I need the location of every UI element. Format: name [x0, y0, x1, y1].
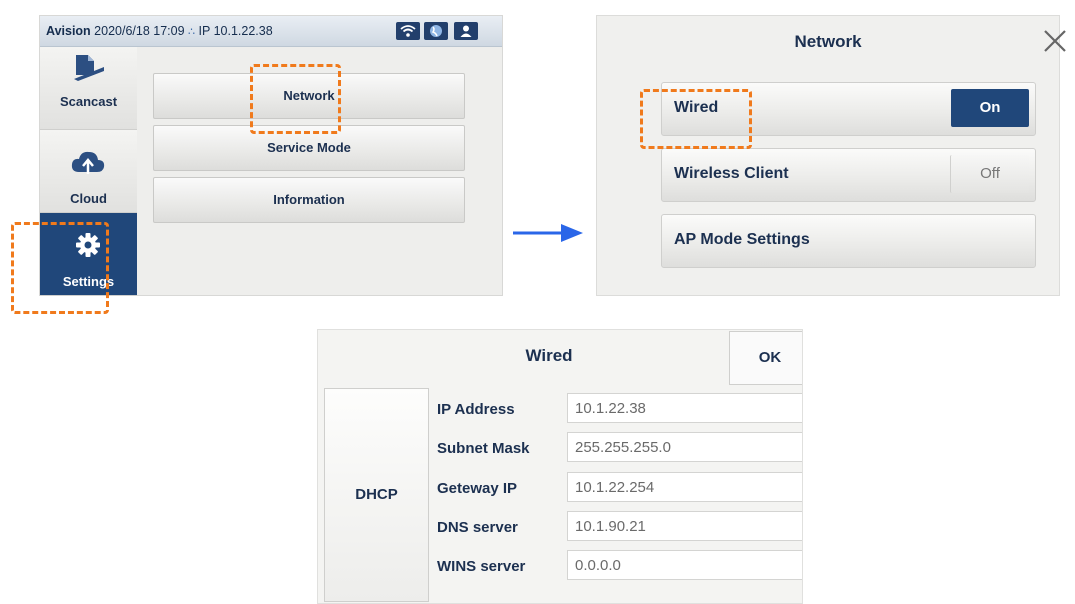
- network-dialog: Network Wired On Wireless Client Off AP …: [596, 15, 1066, 296]
- wifi-icon[interactable]: [396, 22, 420, 40]
- cloud-upload-icon: [71, 151, 105, 174]
- highlight-wired-row: [640, 89, 752, 149]
- dialog-title: Network: [794, 32, 862, 51]
- nav-item-scancast[interactable]: Scancast: [40, 47, 137, 130]
- information-button[interactable]: Information: [153, 177, 465, 223]
- field-row-ip-address: IP Address 10.1.22.38: [437, 392, 802, 426]
- nav-label-cloud: Cloud: [70, 191, 107, 206]
- highlight-network-button: [250, 64, 341, 134]
- gateway-ip-input[interactable]: 10.1.22.254: [567, 472, 802, 502]
- field-label: WINS server: [437, 558, 526, 575]
- brand-name: Avision: [46, 24, 91, 38]
- network-status-icon: ∴: [188, 26, 196, 38]
- field-row-dns-server: DNS server 10.1.90.21: [437, 510, 802, 544]
- dns-server-input[interactable]: 10.1.90.21: [567, 511, 802, 541]
- close-icon[interactable]: [1042, 28, 1068, 54]
- field-row-gateway-ip: Geteway IP 10.1.22.254: [437, 471, 802, 505]
- status-ip: IP 10.1.22.38: [198, 24, 273, 38]
- globe-icon[interactable]: [424, 22, 448, 40]
- nav-label-scancast: Scancast: [59, 94, 118, 109]
- wireless-client-row[interactable]: Wireless Client Off: [661, 148, 1036, 202]
- field-label: DNS server: [437, 519, 518, 536]
- wireless-client-toggle[interactable]: Off: [950, 155, 1029, 193]
- field-label: Subnet Mask: [437, 440, 530, 457]
- field-label: Geteway IP: [437, 480, 518, 497]
- wired-settings-dialog: Wired OK DHCP IP Address 10.1.22.38 Subn…: [317, 329, 803, 604]
- scancast-icon: [74, 55, 104, 81]
- ap-mode-settings-row[interactable]: AP Mode Settings: [661, 214, 1036, 268]
- flow-arrow-icon: [513, 224, 583, 242]
- status-datetime: 2020/6/18 17:09: [94, 24, 185, 38]
- dialog-title: Wired: [525, 346, 573, 365]
- ip-address-input[interactable]: 10.1.22.38: [567, 393, 802, 423]
- ap-mode-settings-label: AP Mode Settings: [674, 231, 810, 248]
- user-icon[interactable]: [454, 22, 478, 40]
- subnet-mask-input[interactable]: 255.255.255.0: [567, 432, 802, 462]
- field-label: IP Address: [437, 401, 515, 418]
- nav-item-cloud[interactable]: Cloud: [40, 130, 137, 213]
- highlight-settings-nav: [11, 222, 109, 314]
- status-text: Avision 2020/6/18 17:09 ∴ IP 10.1.22.38: [46, 24, 273, 38]
- wins-server-input[interactable]: 0.0.0.0: [567, 550, 802, 580]
- field-row-wins-server: WINS server 0.0.0.0: [437, 549, 802, 583]
- field-row-subnet-mask: Subnet Mask 255.255.255.0: [437, 431, 802, 465]
- wired-toggle[interactable]: On: [951, 89, 1029, 127]
- ok-button[interactable]: OK: [729, 331, 802, 385]
- dhcp-button[interactable]: DHCP: [324, 388, 429, 602]
- wireless-client-label: Wireless Client: [674, 165, 789, 182]
- status-bar: Avision 2020/6/18 17:09 ∴ IP 10.1.22.38: [40, 16, 502, 47]
